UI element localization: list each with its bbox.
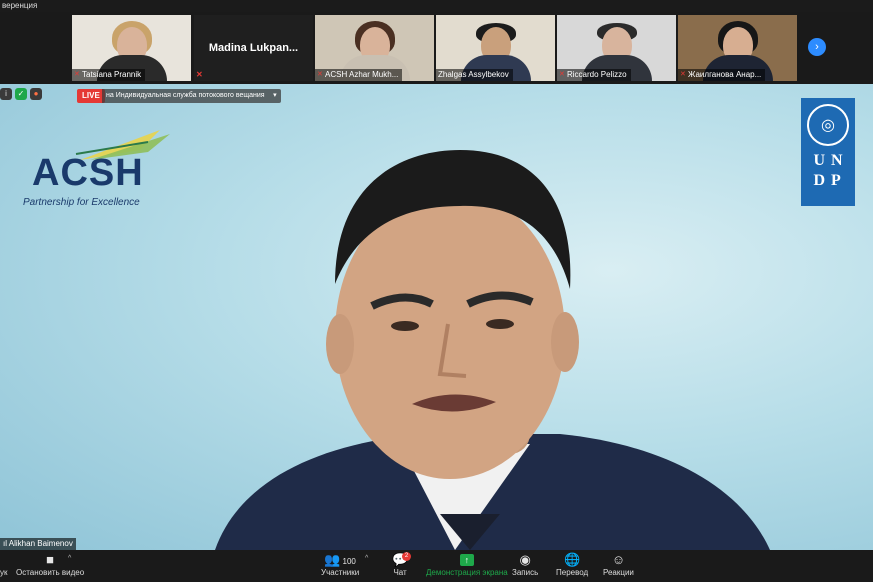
participant-label: ✕ ACSH Azhar Mukh... [315, 69, 403, 81]
active-speaker-video: i ✓ ● LIVE на Индивидуальная служба пото… [0, 84, 873, 550]
record-button[interactable]: ◉ Запись [512, 552, 538, 577]
participant-label: ✕ Tatsiana Prannik [72, 69, 146, 81]
participant-tile-2[interactable]: Madina Lukpan... ✕ [194, 15, 313, 81]
speaker-name-text: Alikhan Baimenov [8, 539, 73, 548]
mic-muted-icon: ✕ [74, 71, 80, 78]
video-options-chevron-icon[interactable]: ^ [68, 555, 71, 562]
participant-tile-5[interactable]: ✕ Riccardo Pelizzo [557, 15, 676, 81]
video-label: Остановить видео [16, 568, 85, 577]
audio-label: ук [0, 568, 8, 577]
microphone-icon [2, 552, 6, 568]
participant-name: ACSH Azhar Mukh... [325, 70, 399, 79]
globe-icon: 🌐 [564, 552, 581, 567]
participant-tile-3[interactable]: ✕ ACSH Azhar Mukh... [315, 15, 434, 81]
meeting-toolbar: ук ■ Остановить видео ^ 👥 100 Участники ^… [0, 550, 873, 582]
participant-name: Zhalgas Assylbekov [438, 70, 509, 79]
interpretation-button[interactable]: 🌐 Перевод [556, 552, 588, 577]
participants-options-chevron-icon[interactable]: ^ [365, 555, 368, 562]
participant-label: ✕ Riccardo Pelizzo [557, 69, 631, 81]
participant-name: Tatsiana Prannik [82, 70, 142, 79]
active-speaker-name: ıl Alikhan Baimenov [0, 538, 76, 550]
mic-muted-icon: ✕ [559, 71, 565, 78]
reaction-smiley-icon: ☺ [611, 552, 626, 567]
chat-unread-badge: 2 [402, 552, 411, 561]
participants-label: Участники [321, 568, 360, 577]
participant-tile-6[interactable]: ✕ Жаилганова Анар... [678, 15, 797, 81]
participant-tile-1[interactable]: ✕ Tatsiana Prannik [72, 15, 191, 81]
participant-name: Madina Lukpan... [208, 42, 299, 54]
participant-strip: ✕ Tatsiana Prannik Madina Lukpan... ✕ ✕ AC… [0, 12, 873, 84]
stop-video-button[interactable]: ■ Остановить видео [16, 552, 84, 577]
participants-icon: 👥 100 [324, 552, 356, 567]
share-screen-button[interactable]: ↑ Демонстрация экрана [426, 552, 508, 577]
mic-muted-icon: ✕ [317, 71, 323, 78]
chat-label: Чат [393, 568, 407, 577]
video-camera-icon: ■ [46, 552, 55, 567]
translate-label: Перевод [556, 568, 589, 577]
share-screen-icon: ↑ [459, 554, 474, 566]
reactions-label: Реакции [603, 568, 634, 577]
audio-button[interactable]: ук [0, 552, 8, 577]
reactions-button[interactable]: ☺ Реакции [603, 552, 634, 577]
participant-name: Жаилганова Анар... [688, 70, 762, 79]
participants-button[interactable]: 👥 100 Участники [321, 552, 359, 577]
chat-button[interactable]: 💬 2 Чат [392, 552, 411, 577]
record-label: Запись [512, 568, 539, 577]
window-title: веренция [2, 1, 38, 10]
mic-active-icon: ıl [3, 539, 7, 548]
participant-name: Riccardo Pelizzo [567, 70, 627, 79]
speaker-figure [215, 150, 770, 550]
next-page-arrow-icon[interactable]: › [808, 38, 826, 56]
participant-label: ✕ Жаилганова Анар... [678, 69, 766, 81]
mic-muted-icon: ✕ [196, 70, 203, 79]
participant-tile-4[interactable]: Zhalgas Assylbekov [436, 15, 555, 81]
share-screen-label: Демонстрация экрана [426, 568, 508, 577]
participant-label: Zhalgas Assylbekov [436, 69, 513, 81]
record-icon: ◉ [519, 552, 531, 567]
mic-muted-icon: ✕ [680, 71, 686, 78]
participants-count: 100 [342, 557, 356, 566]
window-titlebar: веренция [0, 0, 873, 12]
